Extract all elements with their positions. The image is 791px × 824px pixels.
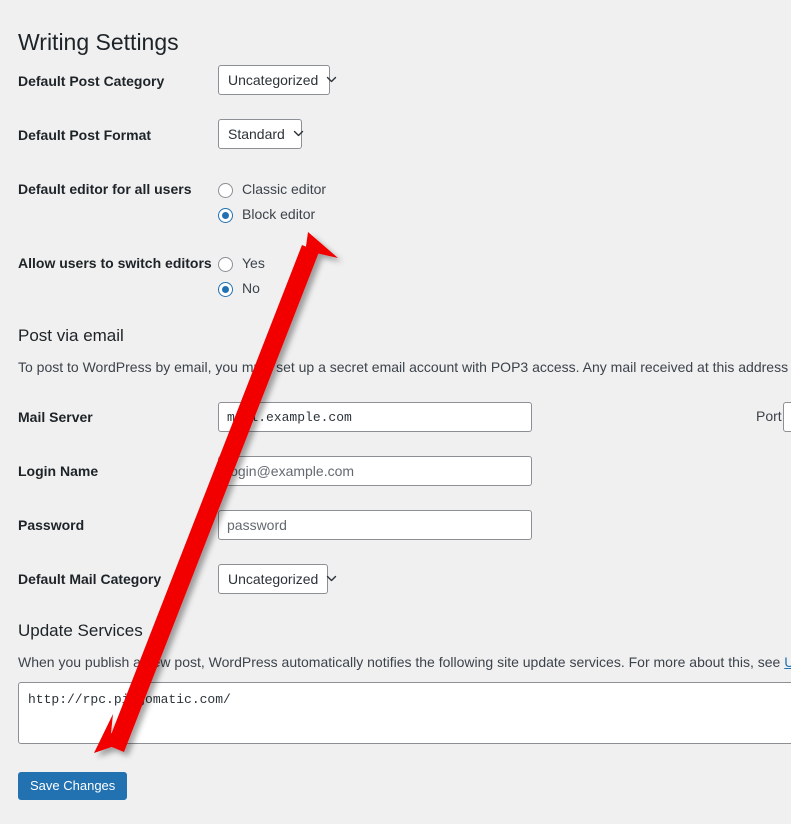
radio-icon-selected[interactable] [218,281,233,297]
select-default-post-format[interactable]: Standard [218,119,304,149]
heading-post-via-email: Post via email [18,326,124,345]
radio-icon-selected[interactable] [218,207,233,223]
label-default-post-category: Default Post Category [18,73,165,89]
description-post-via-email: To post to WordPress by email, you must … [18,359,791,375]
label-default-mail-category: Default Mail Category [18,571,162,587]
select-default-post-category-value: Uncategorized [228,72,319,88]
description-update-services-prefix: When you publish a new post, WordPress a… [18,654,785,670]
label-mail-server: Mail Server [18,409,93,425]
radio-label-switch-yes: Yes [242,255,265,272]
radio-label-block-editor: Block editor [242,206,316,223]
port-input[interactable] [783,402,791,432]
chevron-down-icon [293,128,304,139]
radio-option-classic-editor[interactable]: Classic editor [218,178,326,202]
heading-update-services: Update Services [18,621,143,640]
radio-option-switch-yes[interactable]: Yes [218,252,265,276]
radio-icon[interactable] [218,256,233,272]
mail-server-input[interactable] [218,402,532,432]
writing-settings-page: Writing Settings Default Post Category U… [0,0,791,824]
select-default-mail-category[interactable]: Uncategorized [218,564,337,594]
chevron-down-icon [326,573,337,584]
select-default-mail-category-value: Uncategorized [228,571,319,587]
label-port: Port [756,408,782,424]
description-update-services: When you publish a new post, WordPress a… [18,652,791,673]
ping-sites-textarea[interactable] [18,682,791,744]
radio-icon[interactable] [218,182,233,198]
radio-option-switch-no[interactable]: No [218,277,265,301]
update-services-link[interactable]: Update Services [784,654,791,670]
arrow-graphic [94,232,338,753]
select-default-post-format-value: Standard [228,126,285,142]
login-name-input[interactable] [218,456,532,486]
label-default-editor: Default editor for all users [18,181,192,197]
radio-label-classic-editor: Classic editor [242,181,327,198]
page-title: Writing Settings [18,29,179,56]
select-default-post-category[interactable]: Uncategorized [218,65,337,95]
radio-label-switch-no: No [242,280,260,297]
label-password: Password [18,517,85,533]
label-allow-switch-editors: Allow users to switch editors [18,255,212,271]
radio-option-block-editor[interactable]: Block editor [218,203,326,227]
password-input[interactable] [218,510,532,540]
save-changes-button[interactable]: Save Changes [18,772,128,800]
chevron-down-icon [326,74,337,85]
label-default-post-format: Default Post Format [18,127,152,143]
label-login-name: Login Name [18,463,99,479]
